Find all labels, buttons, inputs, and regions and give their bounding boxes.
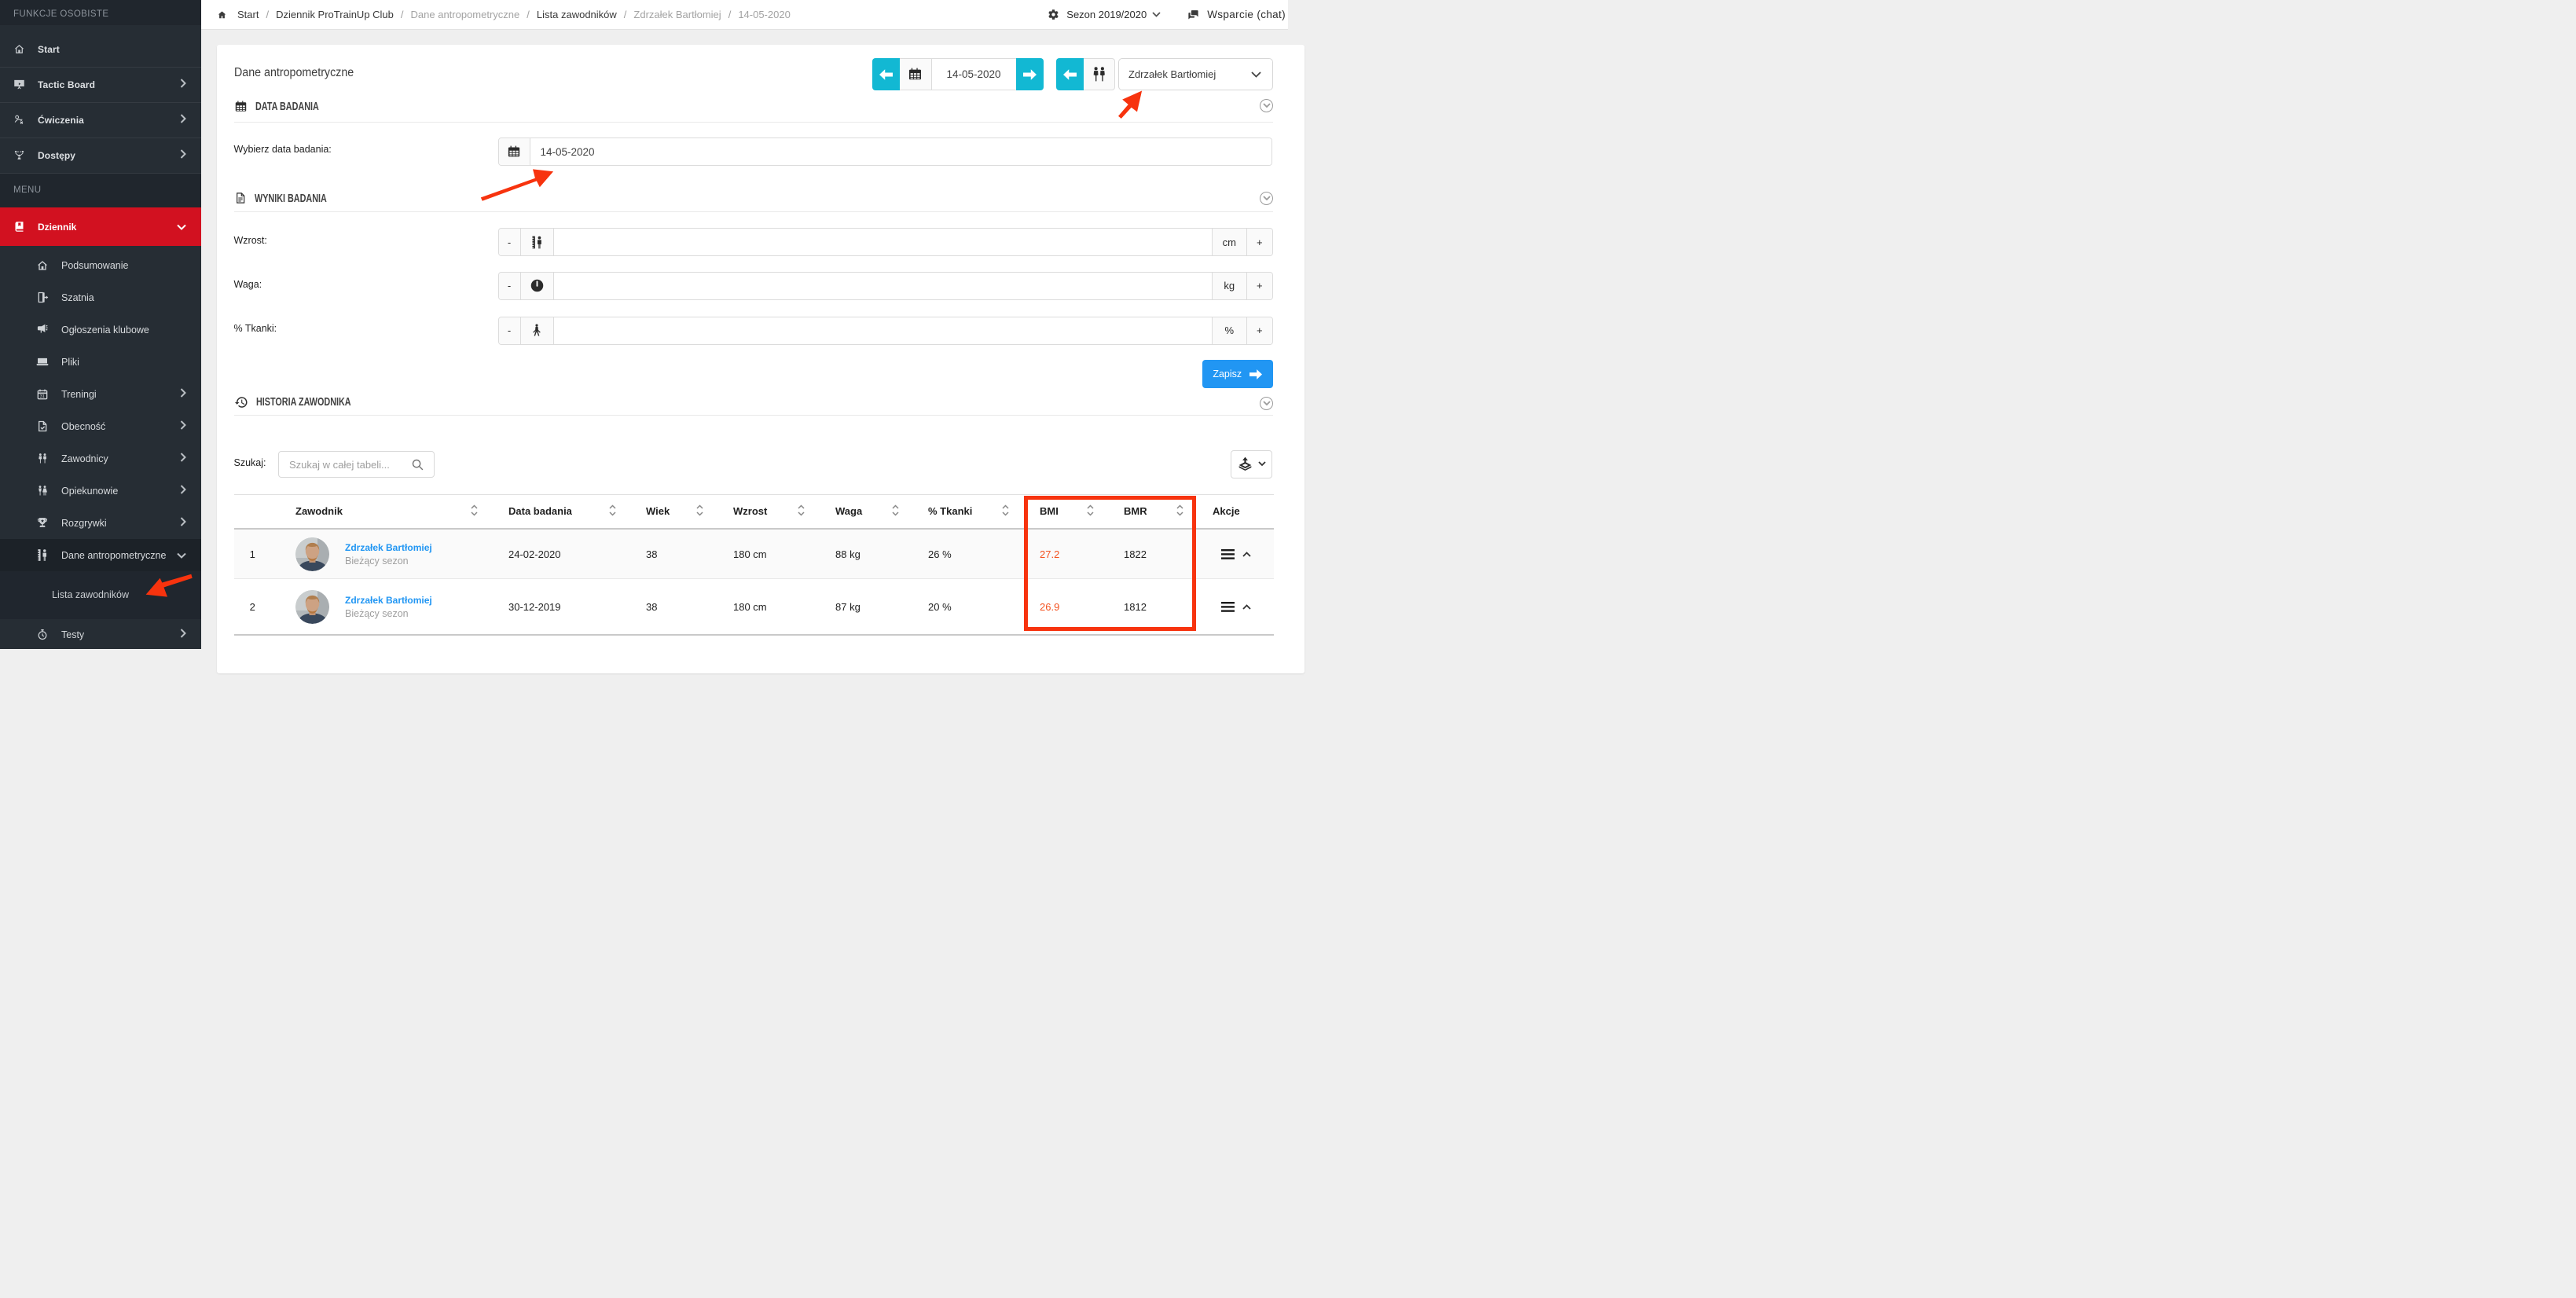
svg-text:31: 31 [40,394,45,399]
